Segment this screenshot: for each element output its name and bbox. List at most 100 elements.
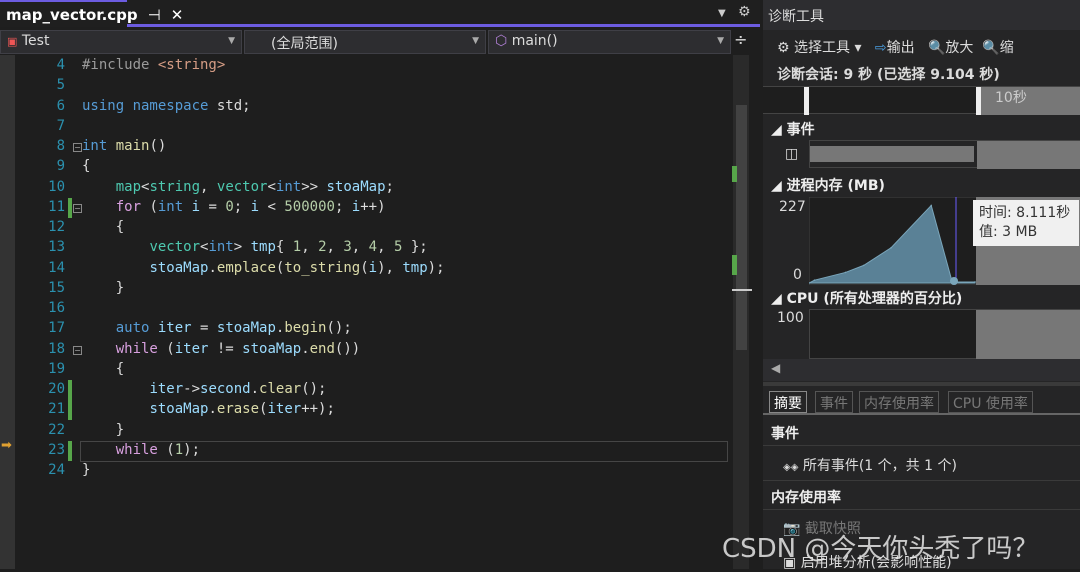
code-line[interactable]: iter->second.clear(); — [82, 381, 326, 397]
code-token: emplace — [216, 259, 276, 276]
code-token: >> — [301, 178, 327, 195]
code-token: . — [208, 259, 217, 276]
timeline-label: 10秒 — [981, 87, 1080, 115]
code-token: while — [115, 441, 167, 458]
zoom-out-button[interactable]: 🔍缩 — [982, 40, 1013, 56]
code-line[interactable]: #include <string> — [82, 57, 225, 73]
code-token: } — [82, 421, 125, 438]
code-token: map — [115, 178, 142, 195]
output-button[interactable]: ⇨输出 — [875, 40, 915, 56]
line-number: 22 — [48, 421, 65, 438]
project-dropdown[interactable]: ▣ Test ▼ — [0, 30, 242, 54]
code-line[interactable]: } — [82, 280, 124, 296]
events-icon: ◈◈ — [783, 462, 799, 473]
line-number: 7 — [56, 117, 65, 134]
code-token: second — [200, 381, 251, 397]
code-line[interactable]: { — [82, 158, 90, 174]
selection-start-handle[interactable] — [804, 87, 809, 115]
tooltip: 时间: 8.111秒 值: 3 MB — [973, 200, 1079, 246]
code-token: vector — [216, 178, 268, 195]
code-token: , — [351, 239, 369, 256]
fold-toggle-icon[interactable]: − — [73, 143, 82, 152]
change-indicator — [68, 197, 72, 218]
code-line[interactable]: stoaMap.emplace(to_string(i), tmp); — [82, 259, 444, 276]
memory-usage-heading: 内存使用率 — [771, 490, 841, 506]
panel-title: 诊断工具 — [763, 0, 1080, 30]
code-token: , — [326, 239, 344, 256]
scroll-left-icon: ◀ — [771, 361, 781, 375]
code-line[interactable]: } — [82, 422, 124, 438]
code-token: = — [191, 320, 217, 337]
code-token: ); — [183, 441, 201, 458]
code-token: stoaMap — [216, 320, 276, 337]
split-icon[interactable]: ÷ — [734, 30, 747, 49]
code-token: int — [275, 178, 302, 195]
fold-toggle-icon[interactable]: − — [73, 203, 82, 213]
tab-map-vector-cpp[interactable]: map_vector.cpp ⊣ ✕ — [0, 0, 183, 27]
line-number: 24 — [48, 462, 65, 478]
code-line[interactable]: } — [82, 462, 90, 478]
pin-icon[interactable]: ⊣ — [148, 6, 161, 24]
code-line[interactable]: for (int i = 0; i < 500000; i++) — [82, 199, 386, 215]
fold-toggle-icon[interactable]: − — [73, 345, 82, 355]
line-number: 13 — [48, 239, 65, 256]
code-token: != — [208, 340, 243, 357]
code-token: using namespace — [82, 97, 217, 114]
scope-dropdown[interactable]: (全局范围) ▼ — [244, 30, 486, 54]
tab-events[interactable]: 事件 — [815, 391, 853, 413]
line-number: 9 — [56, 158, 65, 175]
tab-memory[interactable]: 内存使用率 — [859, 391, 939, 413]
line-number: 14 — [48, 259, 65, 276]
cube-icon: ⬡ — [495, 33, 508, 49]
code-line[interactable]: stoaMap.erase(iter++); — [82, 401, 335, 418]
code-line[interactable]: map<string, vector<int>> stoaMap; — [82, 179, 394, 195]
cpu-section-header[interactable]: ◢ CPU (所有处理器的百分比) — [771, 288, 962, 308]
code-token: ++); — [301, 401, 335, 418]
code-token: for — [115, 198, 150, 215]
all-events-link[interactable]: ◈◈ 所有事件(1 个，共 1 个) — [783, 455, 957, 475]
code-editor[interactable]: 4 #include <string> 5 6 using namespace std;… — [0, 55, 733, 569]
code-token: 1 — [292, 239, 302, 256]
scrollbar-thumb[interactable] — [736, 105, 747, 350]
diagnostic-tools-panel: 诊断工具 ⚙ 选择工具 ▾ ⇨输出 🔍放大 🔍缩 诊断会话: 9 秒 (已选择 … — [763, 0, 1080, 571]
code-token: 1 — [174, 441, 184, 458]
code-token: = — [200, 198, 226, 215]
indicator-margin[interactable] — [0, 55, 15, 569]
change-indicator — [68, 380, 72, 400]
data-point — [974, 281, 976, 283]
zoom-in-button[interactable]: 🔍放大 — [928, 40, 973, 56]
code-token: while — [115, 340, 167, 357]
code-line[interactable]: while (iter != stoaMap.end()) — [82, 340, 361, 357]
code-token: { — [82, 219, 125, 235]
tab-cpu[interactable]: CPU 使用率 — [948, 391, 1033, 413]
tab-summary[interactable]: 摘要 — [769, 391, 807, 413]
code-line[interactable]: vector<int> tmp{ 1, 2, 3, 4, 5 }; — [82, 239, 427, 256]
code-token: main — [115, 138, 150, 154]
code-line[interactable]: { — [82, 219, 124, 235]
code-token: 3 — [343, 239, 352, 256]
close-icon[interactable]: ✕ — [171, 6, 184, 24]
events-section-header[interactable]: ◢ 事件 — [771, 119, 815, 139]
code-token: vector — [149, 239, 201, 256]
cpu-chart[interactable] — [809, 309, 1080, 360]
code-token: < — [267, 178, 276, 195]
member-dropdown[interactable]: ⬡ main() ▼ — [488, 30, 731, 54]
memory-section-header[interactable]: ◢ 进程内存 (MB) — [771, 175, 885, 195]
line-number: 4 — [56, 57, 65, 73]
code-token: ++) — [360, 198, 386, 215]
code-line[interactable]: using namespace std; — [82, 98, 251, 114]
code-line[interactable]: auto iter = stoaMap.begin(); — [82, 320, 352, 336]
code-token: iter — [157, 320, 192, 337]
select-tools-button[interactable]: ⚙ 选择工具 ▾ — [777, 40, 862, 56]
code-line[interactable]: while (1); — [82, 442, 200, 458]
code-token: begin — [284, 320, 327, 337]
code-line[interactable]: { — [82, 361, 124, 377]
horizontal-scrollbar[interactable]: ◀ — [763, 359, 1080, 381]
chevron-down-icon[interactable]: ▼ — [718, 8, 726, 19]
current-statement-arrow-icon: ➡ — [1, 438, 12, 453]
code-line[interactable]: int main() — [82, 138, 166, 154]
gear-icon[interactable]: ⚙ — [738, 4, 751, 20]
timeline-ruler[interactable]: 10秒 — [763, 86, 1080, 115]
